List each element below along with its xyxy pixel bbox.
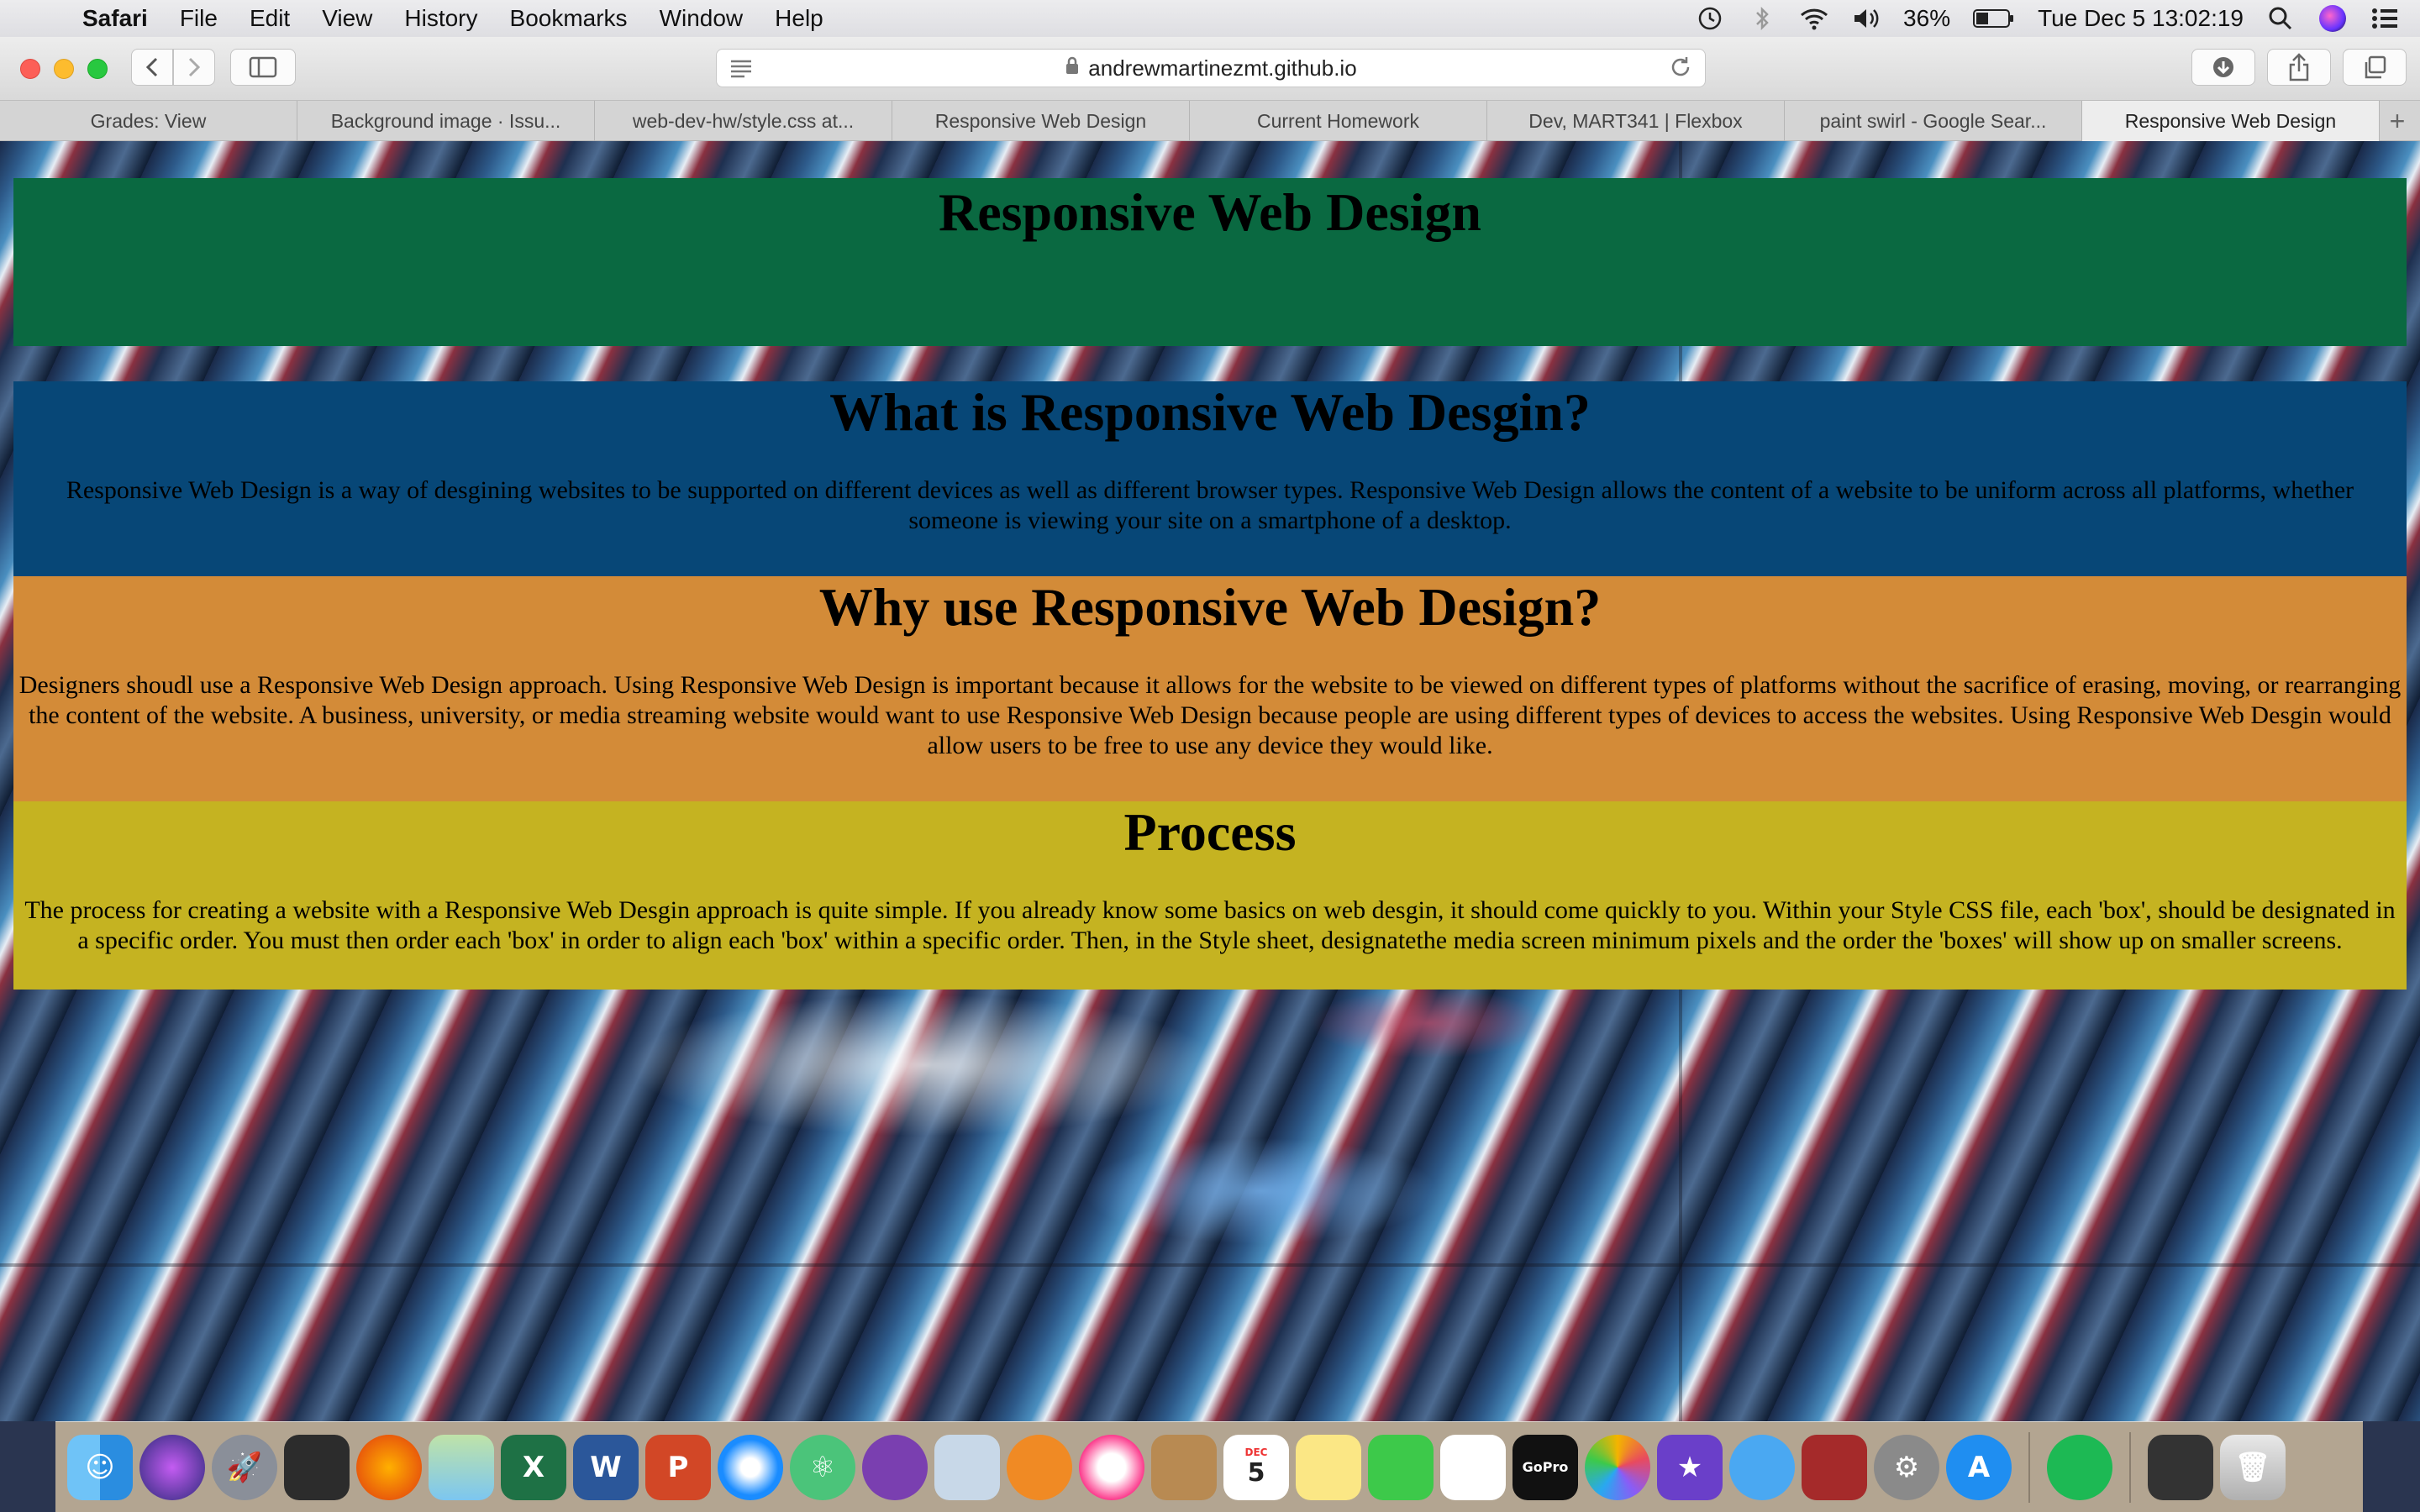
preview-icon[interactable] bbox=[934, 1434, 1000, 1500]
launchpad-icon[interactable]: 🚀 bbox=[212, 1434, 277, 1500]
menu-view[interactable]: View bbox=[322, 5, 372, 32]
header-box: Responsive Web Design bbox=[13, 178, 2407, 346]
atom-icon[interactable]: ⚛ bbox=[790, 1434, 855, 1500]
lock-icon bbox=[1065, 55, 1080, 81]
back-button[interactable] bbox=[131, 49, 173, 86]
app-store-icon[interactable]: A bbox=[1946, 1434, 2012, 1500]
word-icon[interactable]: W bbox=[573, 1434, 639, 1500]
page-title: Responsive Web Design bbox=[938, 182, 1482, 242]
finder-icon[interactable]: ☺ bbox=[67, 1434, 133, 1500]
what-is-box: What is Responsive Web Desgin? Responsiv… bbox=[13, 381, 2407, 576]
photo-booth-icon[interactable] bbox=[284, 1434, 350, 1500]
trash-icon[interactable]: 🗑 bbox=[2220, 1434, 2286, 1500]
menu-bookmarks[interactable]: Bookmarks bbox=[510, 5, 628, 32]
dock-separator bbox=[2028, 1431, 2030, 1503]
tab-strip: Grades: View Background image · Issu... … bbox=[0, 101, 2420, 141]
status-area: 36% Tue Dec 5 13:02:19 bbox=[1695, 0, 2400, 37]
menu-help[interactable]: Help bbox=[775, 5, 823, 32]
safari-toolbar: andrewmartinezmt.github.io bbox=[0, 37, 2420, 101]
menu-clock[interactable]: Tue Dec 5 13:02:19 bbox=[2038, 5, 2244, 32]
process-box: Process The process for creating a websi… bbox=[13, 801, 2407, 990]
system-preferences-icon[interactable]: ⚙ bbox=[1874, 1434, 1939, 1500]
dock-separator bbox=[2129, 1431, 2131, 1503]
siri-icon[interactable] bbox=[139, 1434, 205, 1500]
close-window-button[interactable] bbox=[20, 59, 40, 79]
tab-responsive-web-design[interactable]: Responsive Web Design bbox=[892, 101, 1190, 141]
time-machine-icon[interactable] bbox=[1695, 3, 1725, 34]
downloads-button[interactable] bbox=[2191, 49, 2255, 86]
tab-background-image[interactable]: Background image · Issu... bbox=[297, 101, 595, 141]
sidebar-toggle-button[interactable] bbox=[230, 49, 296, 86]
menu-edit[interactable]: Edit bbox=[250, 5, 290, 32]
why-use-box: Why use Responsive Web Design? Designers… bbox=[13, 576, 2407, 801]
tab-current-homework[interactable]: Current Homework bbox=[1190, 101, 1487, 141]
web-page: Responsive Web Design What is Responsive… bbox=[0, 141, 2420, 1421]
menu-app-name[interactable]: Safari bbox=[82, 5, 148, 32]
powerpoint-icon[interactable]: P bbox=[645, 1434, 711, 1500]
spotlight-search-icon[interactable] bbox=[2265, 3, 2296, 34]
wifi-icon[interactable] bbox=[1799, 3, 1829, 34]
photo-app-icon[interactable] bbox=[1802, 1434, 1867, 1500]
github-desktop-icon[interactable] bbox=[862, 1434, 928, 1500]
tab-responsive-web-design-active[interactable]: Responsive Web Design bbox=[2082, 101, 2380, 141]
maps-icon[interactable] bbox=[429, 1434, 494, 1500]
dock: ☺ 🚀 X W P ⚛ ♪ DEC 5 GoPro ★ ⚙ A 🗑 bbox=[55, 1421, 2363, 1512]
process-paragraph: The process for creating a website with … bbox=[24, 895, 2396, 954]
bluetooth-icon[interactable] bbox=[1747, 3, 1777, 34]
chevron-left-icon bbox=[145, 57, 158, 77]
fullscreen-window-button[interactable] bbox=[87, 59, 108, 79]
process-heading: Process bbox=[1123, 802, 1297, 862]
battery-icon[interactable] bbox=[1972, 3, 2016, 34]
siri-menu-icon[interactable] bbox=[2317, 3, 2348, 34]
address-bar[interactable]: andrewmartinezmt.github.io bbox=[716, 49, 1706, 87]
notification-center-icon[interactable] bbox=[2370, 3, 2400, 34]
menu-window[interactable]: Window bbox=[660, 5, 744, 32]
safari-icon[interactable] bbox=[718, 1434, 783, 1500]
menu-history[interactable]: History bbox=[404, 5, 477, 32]
battery-percent: 36% bbox=[1903, 5, 1951, 31]
share-button[interactable] bbox=[2267, 49, 2331, 86]
stacks-icon[interactable] bbox=[2148, 1434, 2213, 1500]
download-icon bbox=[2213, 57, 2233, 77]
calendar-day: 5 bbox=[1247, 1458, 1265, 1488]
photos-icon[interactable] bbox=[1585, 1434, 1650, 1500]
reminders-icon[interactable] bbox=[1440, 1434, 1506, 1500]
background-tile-seam bbox=[0, 1263, 2420, 1267]
spotify-icon[interactable] bbox=[2047, 1434, 2112, 1500]
new-tab-button[interactable]: + bbox=[2380, 101, 2415, 141]
menu-bar: Safari File Edit View History Bookmarks … bbox=[0, 0, 2420, 37]
tab-dev-mart341-flexbox[interactable]: Dev, MART341 | Flexbox bbox=[1487, 101, 1785, 141]
sidebar-icon bbox=[249, 56, 277, 78]
firefox-icon[interactable] bbox=[356, 1434, 422, 1500]
facetime-icon[interactable] bbox=[1368, 1434, 1434, 1500]
tab-overview-icon bbox=[2365, 55, 2386, 79]
calendar-month: DEC bbox=[1244, 1446, 1268, 1458]
ibooks-icon[interactable] bbox=[1007, 1434, 1072, 1500]
menu-file[interactable]: File bbox=[180, 5, 218, 32]
url-text: andrewmartinezmt.github.io bbox=[1088, 55, 1357, 81]
contacts-icon[interactable] bbox=[1151, 1434, 1217, 1500]
reload-icon[interactable] bbox=[1668, 55, 1693, 87]
forward-button[interactable] bbox=[173, 49, 215, 86]
excel-icon[interactable]: X bbox=[501, 1434, 566, 1500]
tab-overview-button[interactable] bbox=[2343, 49, 2407, 86]
why-paragraph: Designers shoudl use a Responsive Web De… bbox=[18, 670, 2402, 759]
tab-grades-view[interactable]: Grades: View bbox=[0, 101, 297, 141]
notes-icon[interactable] bbox=[1296, 1434, 1361, 1500]
what-paragraph: Responsive Web Design is a way of desgin… bbox=[66, 475, 2354, 534]
why-heading: Why use Responsive Web Design? bbox=[818, 577, 1602, 637]
volume-icon[interactable] bbox=[1851, 3, 1881, 34]
imovie-icon[interactable]: ★ bbox=[1657, 1434, 1723, 1500]
tab-web-dev-hw[interactable]: web-dev-hw/style.css at... bbox=[595, 101, 892, 141]
share-icon bbox=[2289, 53, 2309, 81]
itunes-icon[interactable]: ♪ bbox=[1079, 1434, 1144, 1500]
chevron-right-icon bbox=[188, 57, 201, 77]
minimize-window-button[interactable] bbox=[54, 59, 74, 79]
tab-paint-swirl[interactable]: paint swirl - Google Sear... bbox=[1785, 101, 2082, 141]
calendar-icon[interactable]: DEC 5 bbox=[1223, 1434, 1289, 1500]
gopro-icon[interactable]: GoPro bbox=[1512, 1434, 1578, 1500]
reader-view-icon[interactable] bbox=[729, 56, 754, 86]
messages-icon[interactable] bbox=[1729, 1434, 1795, 1500]
what-heading: What is Responsive Web Desgin? bbox=[829, 382, 1591, 442]
